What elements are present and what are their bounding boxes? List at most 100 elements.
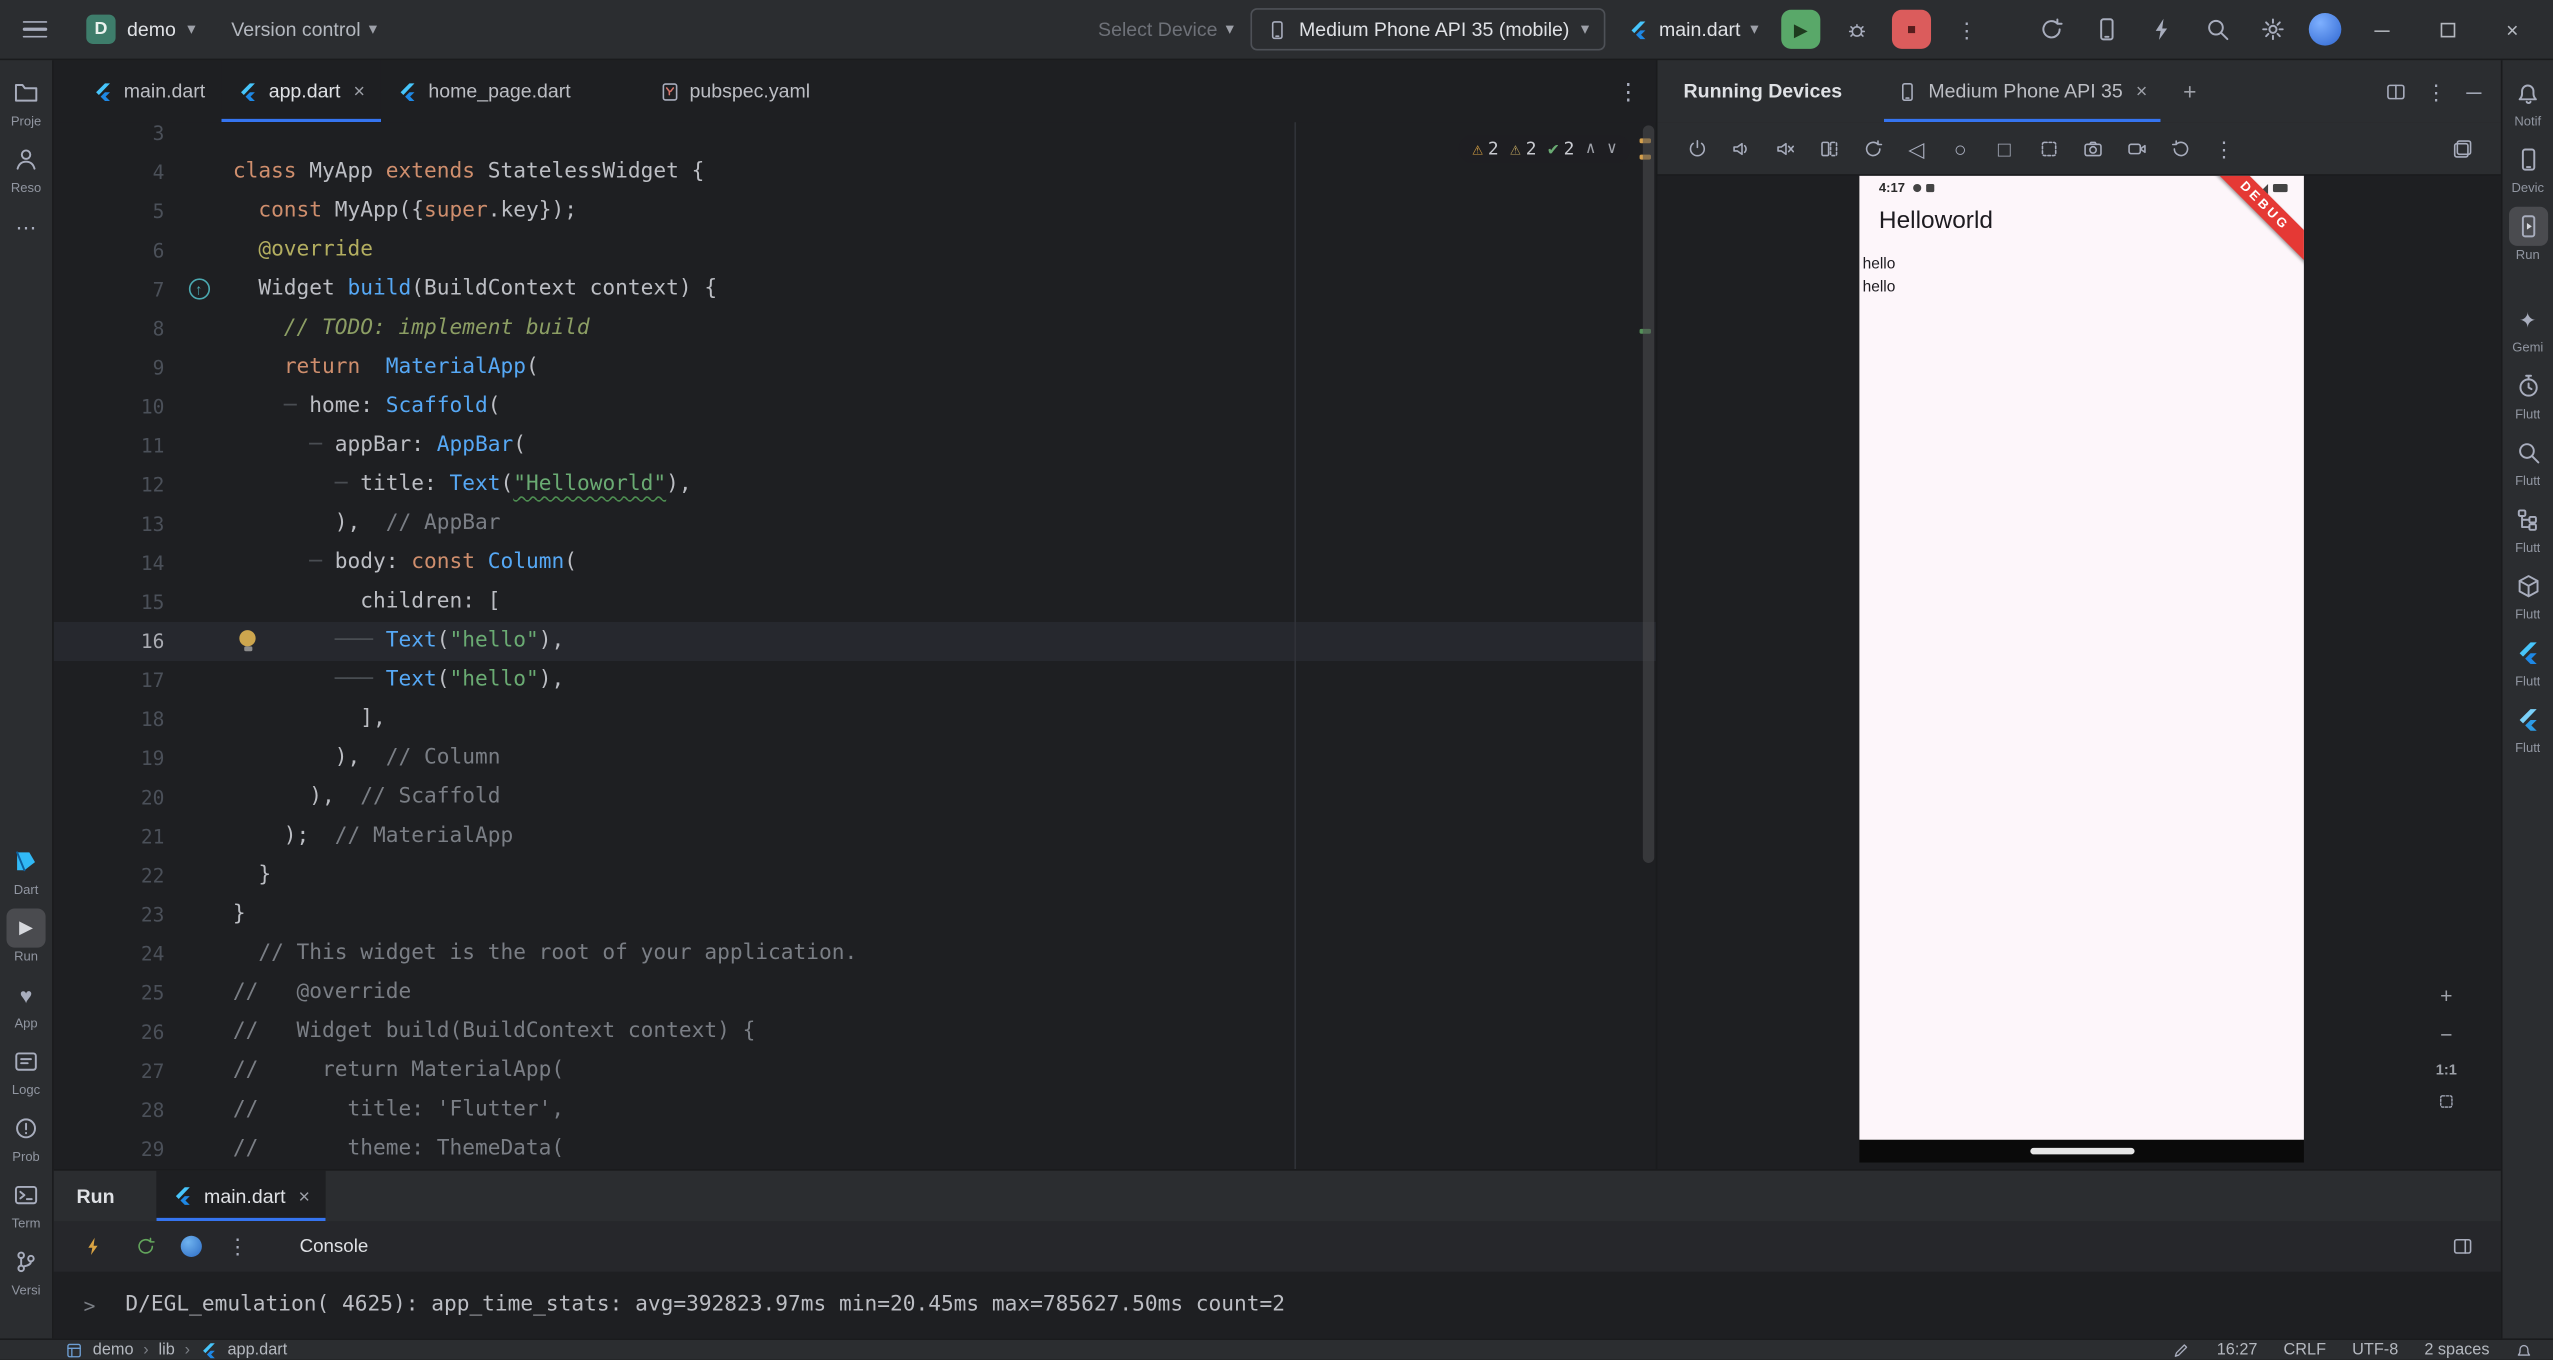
hide-panel-icon[interactable]: ─	[2466, 81, 2481, 102]
code-line[interactable]: 11 ─ appBar: AppBar(	[54, 427, 1656, 466]
reset-icon[interactable]	[2164, 132, 2197, 165]
device-options-kebab-icon[interactable]: ⋮	[2208, 132, 2241, 165]
code-line[interactable]: 7↑ Widget build(BuildContext context) {	[54, 270, 1656, 309]
sidebar-item-flutter-performance[interactable]: Flutt	[2508, 366, 2547, 421]
zoom-out-button[interactable]: −	[2440, 1023, 2452, 1047]
next-issue-icon[interactable]: ∨	[1607, 140, 1617, 158]
close-button[interactable]: ×	[2488, 10, 2537, 49]
tab-main-dart[interactable]: main.dart	[77, 60, 222, 122]
select-device-dropdown[interactable]: Select Device ▾	[1098, 18, 1234, 41]
split-panel-icon[interactable]	[2385, 81, 2406, 102]
sidebar-item-flutter[interactable]: Flutt	[2508, 633, 2547, 688]
editor-scrollbar[interactable]	[1643, 125, 1654, 863]
sidebar-item-notifications[interactable]: Notif	[2508, 73, 2547, 128]
console-output[interactable]: > D/EGL_emulation( 4625): app_time_stats…	[54, 1272, 2501, 1339]
minimize-button[interactable]: ─	[2358, 10, 2407, 49]
add-device-tab-button[interactable]: +	[2183, 78, 2196, 104]
code-line[interactable]: 14 ─ body: const Column(	[54, 544, 1656, 583]
code-line[interactable]: 23}	[54, 896, 1656, 935]
sidebar-item-flutter-devtools[interactable]: Flutt	[2508, 700, 2547, 755]
inspections-widget[interactable]: ⚠2 ⚠2 ✔2 ∧ ∨	[1459, 135, 1630, 163]
rotate-device-icon[interactable]	[1856, 132, 1889, 165]
close-icon[interactable]: ×	[299, 1185, 310, 1208]
code-line[interactable]: 22 }	[54, 856, 1656, 895]
close-icon[interactable]: ×	[353, 80, 364, 103]
code-line[interactable]: 16 ─── Text("hello"),	[54, 622, 1656, 661]
sidebar-item-version-control[interactable]: Versi	[7, 1242, 46, 1297]
sidebar-item-flutter-outline[interactable]: Flutt	[2508, 500, 2547, 555]
code-line[interactable]: 4class MyApp extends StatelessWidget {	[54, 153, 1656, 192]
lightning-icon[interactable]	[2143, 10, 2182, 49]
sidebar-item-problems[interactable]: Prob	[7, 1109, 46, 1164]
device-selector[interactable]: Medium Phone API 35 (mobile) ▾	[1250, 8, 1605, 50]
run-options-kebab-icon[interactable]: ⋮	[221, 1230, 254, 1263]
device-manager-icon[interactable]	[2087, 10, 2126, 49]
intention-bulb-icon[interactable]	[239, 630, 255, 646]
project-selector[interactable]: D demo ▾	[77, 10, 206, 49]
main-menu-icon[interactable]	[23, 20, 47, 38]
console-tab-label[interactable]: Console	[300, 1237, 369, 1257]
code-line[interactable]: 6 @override	[54, 231, 1656, 270]
version-control-selector[interactable]: Version control ▾	[222, 13, 387, 46]
hot-restart-icon[interactable]	[129, 1230, 162, 1263]
tab-run-main-dart[interactable]: main.dart ×	[157, 1171, 326, 1221]
home-icon[interactable]: ○	[1944, 132, 1977, 165]
device-home-bar[interactable]	[1859, 1140, 2303, 1163]
tab-pubspec-yaml[interactable]: pubspec.yaml	[642, 60, 826, 122]
settings-gear-icon[interactable]	[2253, 10, 2292, 49]
code-line[interactable]: 13 ), // AppBar	[54, 505, 1656, 544]
line-ending[interactable]: CRLF	[2284, 1341, 2327, 1359]
code-line[interactable]: 20 ), // Scaffold	[54, 778, 1656, 817]
code-area[interactable]: 34class MyApp extends StatelessWidget {5…	[54, 122, 1656, 1169]
power-icon[interactable]	[1680, 132, 1713, 165]
volume-up-icon[interactable]	[1724, 132, 1757, 165]
sidebar-item-project[interactable]: Proje	[7, 73, 46, 128]
code-line[interactable]: 24 // This widget is the root of your ap…	[54, 935, 1656, 974]
sidebar-item-run[interactable]: ▶ Run	[7, 909, 46, 964]
stop-button[interactable]: ■	[1892, 10, 1931, 49]
indent-setting[interactable]: 2 spaces	[2424, 1341, 2489, 1359]
panel-options-kebab-icon[interactable]: ⋮	[2426, 81, 2447, 102]
sidebar-item-more[interactable]: ⋯	[7, 207, 46, 248]
zoom-in-button[interactable]: +	[2440, 983, 2452, 1007]
code-line[interactable]: 8 // TODO: implement build	[54, 309, 1656, 348]
mirror-toggle-icon[interactable]	[2446, 132, 2479, 165]
sidebar-item-logcat[interactable]: Logc	[7, 1042, 46, 1097]
code-line[interactable]: 27// return MaterialApp(	[54, 1052, 1656, 1091]
tab-device-medium-phone[interactable]: Medium Phone API 35 ×	[1884, 60, 2160, 122]
code-line[interactable]: 9 return MaterialApp(	[54, 348, 1656, 387]
pen-icon[interactable]	[2173, 1341, 2191, 1359]
code-line[interactable]: 12 ─ title: Text("Helloworld"),	[54, 466, 1656, 505]
screenshot-camera-icon[interactable]	[2076, 132, 2109, 165]
caret-position[interactable]: 16:27	[2217, 1341, 2258, 1359]
close-icon[interactable]: ×	[2136, 80, 2147, 103]
volume-off-icon[interactable]	[1768, 132, 1801, 165]
sidebar-item-running-devices[interactable]: Run	[2508, 207, 2547, 262]
debug-icon[interactable]	[1837, 10, 1876, 49]
app-icon[interactable]	[181, 1236, 202, 1257]
sidebar-item-app-quality-insights[interactable]: ♥ App	[7, 975, 46, 1030]
code-line[interactable]: 19 ), // Column	[54, 739, 1656, 778]
prev-issue-icon[interactable]: ∧	[1586, 140, 1596, 158]
code-line[interactable]: 25// @override	[54, 974, 1656, 1013]
code-line[interactable]: 15 children: [	[54, 583, 1656, 622]
snip-icon[interactable]	[2032, 132, 2065, 165]
sidebar-item-resource-manager[interactable]: Reso	[7, 140, 46, 195]
breadcrumb-folder[interactable]: lib	[159, 1341, 175, 1359]
back-icon[interactable]: ◁	[1900, 132, 1933, 165]
hot-reload-icon[interactable]	[77, 1230, 110, 1263]
run-configuration-selector[interactable]: main.dart ▾	[1622, 18, 1765, 41]
console-fold-chevron[interactable]: >	[54, 1294, 126, 1317]
sidebar-item-gemini[interactable]: ✦ Gemi	[2508, 300, 2547, 355]
breadcrumb-project[interactable]: demo	[93, 1341, 134, 1359]
screen-record-icon[interactable]	[2120, 132, 2153, 165]
sidebar-item-dart-analysis[interactable]: Dart	[7, 842, 46, 897]
notifications-bell-icon[interactable]	[2516, 1341, 2534, 1359]
overview-icon[interactable]: □	[1988, 132, 2021, 165]
run-button[interactable]: ▶	[1781, 10, 1820, 49]
code-line[interactable]: 28// title: 'Flutter',	[54, 1091, 1656, 1130]
tab-app-dart[interactable]: app.dart ×	[221, 60, 381, 122]
fold-device-icon[interactable]	[1812, 132, 1845, 165]
tab-home-page-dart[interactable]: home_page.dart	[381, 60, 587, 122]
code-line[interactable]: 18 ],	[54, 700, 1656, 739]
